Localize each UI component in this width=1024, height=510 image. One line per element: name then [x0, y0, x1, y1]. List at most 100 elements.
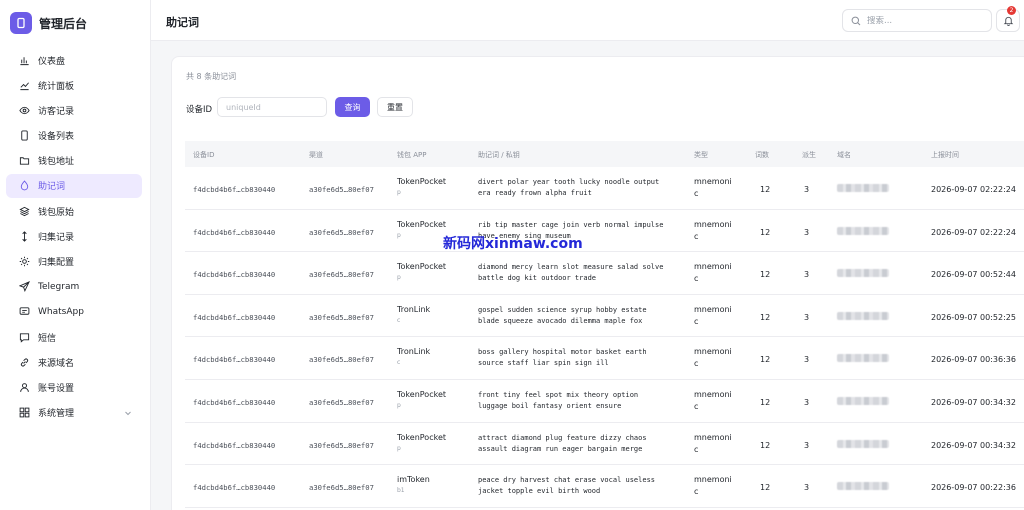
sidebar-item-9[interactable]: 归集配置: [6, 250, 142, 274]
mnemonic-line-2: era ready frown alpha fruit: [478, 189, 592, 197]
report-time-cell: 2026-09-07 00:36:36: [931, 355, 1016, 365]
line-chart-icon: [18, 79, 30, 91]
sidebar-item-5[interactable]: 钱包地址: [6, 149, 142, 173]
bell-icon: [1003, 16, 1013, 26]
mnemonic-line-2: blade squeeze avocado dilemma maple fox: [478, 316, 643, 325]
type-cell: mnemonic: [694, 432, 732, 454]
table-row: f4dcbd4b6f…cb830440 a30fe6d5…80ef07 TronLi…: [185, 337, 1024, 380]
mnemonic-card: 共 8 条助记词 设备ID 查询 重置 设备ID 渠道 钱包 APP 助记词 / 私钥…: [171, 56, 1024, 510]
sidebar-item-12[interactable]: 短信: [6, 325, 142, 349]
channel-cell: a30fe6d5…80ef07: [309, 185, 374, 194]
sidebar-item-1[interactable]: 仪表盘: [6, 48, 142, 72]
sidebar-item-3[interactable]: 访客记录: [6, 98, 142, 122]
app-logo-icon: [10, 12, 32, 34]
notification-button[interactable]: 2: [996, 6, 1020, 32]
type-cell: mnemonic: [694, 304, 732, 326]
sidebar-item-label: 归集配置: [38, 258, 75, 268]
sidebar-item-15[interactable]: 系统管理: [6, 401, 142, 425]
link-icon: [18, 356, 30, 368]
channel-cell: a30fe6d5…80ef07: [309, 483, 374, 493]
wallet-app-cell: imToken b1: [397, 475, 430, 494]
column-header: 派生: [802, 151, 816, 159]
sidebar-item-label: Telegram: [38, 281, 80, 292]
report-time-cell: 2026-09-07 00:34:32: [931, 440, 1016, 450]
query-button[interactable]: 查询: [335, 97, 370, 117]
search-box[interactable]: [842, 9, 992, 32]
derive-cell: 3: [804, 270, 810, 280]
mnemonic-cell: boss gallery hospital motor basket earth…: [478, 347, 647, 369]
wallet-app-sub: p: [397, 189, 401, 196]
channel-cell: a30fe6d5…80ef07: [309, 440, 374, 450]
word-count-cell: 12: [760, 355, 771, 365]
derive-cell: 3: [804, 440, 810, 450]
brand-title: 管理后台: [39, 16, 88, 31]
word-count-cell: 12: [760, 312, 771, 322]
report-time-cell: 2026-09-07 02:22:24: [931, 185, 1016, 194]
sidebar-item-11[interactable]: WhatsApp: [6, 300, 142, 324]
device-id-cell: f4dcbd4b6f…cb830440: [193, 312, 276, 322]
wallet-app-sub: p: [397, 401, 401, 409]
sidebar-item-13[interactable]: 来源域名: [6, 350, 142, 374]
sidebar-item-4[interactable]: 设备列表: [6, 124, 142, 148]
reset-button[interactable]: 重置: [377, 97, 413, 117]
grid-icon: [18, 407, 30, 419]
column-header: 上报时间: [931, 151, 959, 159]
device-id-cell: f4dcbd4b6f…cb830440: [193, 440, 276, 450]
domain-cell: [837, 311, 889, 322]
sidebar-item-label: 设备列表: [38, 132, 75, 143]
domain-cell: [837, 439, 889, 450]
topbar: 助记词 2: [151, 0, 1024, 41]
derive-cell: 3: [804, 355, 810, 365]
derive-cell: 3: [804, 397, 810, 407]
sidebar-item-label: 访客记录: [38, 106, 75, 117]
mnemonic-cell: gospel sudden science syrup hobby estate…: [478, 305, 647, 327]
sidebar-item-8[interactable]: 归集记录: [6, 224, 142, 248]
device-id-input[interactable]: [217, 97, 327, 117]
mnemonic-line-1: rib tip master cage join verb normal imp…: [478, 220, 664, 229]
sidebar-item-6[interactable]: 助记词: [6, 173, 142, 198]
search-input[interactable]: [867, 15, 977, 26]
sidebar-item-label: 钱包原始: [38, 207, 75, 218]
table-header: 设备ID 渠道 钱包 APP 助记词 / 私钥 类型 词数 派生 域名 上报时间: [185, 141, 1024, 167]
channel-cell: a30fe6d5…80ef07: [309, 355, 374, 365]
derive-cell: 3: [804, 185, 810, 194]
mnemonic-line-2: luggage boil fantasy orient ensure: [478, 401, 622, 410]
report-time-cell: 2026-09-07 00:52:44: [931, 270, 1016, 280]
report-time-cell: 2026-09-07 00:52:25: [931, 312, 1016, 322]
chevron-down-icon: [125, 411, 131, 415]
wallet-app-sub: c: [397, 359, 401, 367]
mnemonic-table: 设备ID 渠道 钱包 APP 助记词 / 私钥 类型 词数 派生 域名 上报时间 f4dcbd4…: [185, 141, 1024, 508]
wallet-app-name: TokenPocket: [397, 177, 446, 186]
column-header: 域名: [837, 151, 851, 159]
sidebar-item-14[interactable]: 账号设置: [6, 375, 142, 399]
wallet-app-cell: TokenPocket p: [397, 220, 446, 239]
mnemonic-cell: front tiny feel spot mix theory option lu…: [478, 390, 638, 412]
column-header: 渠道: [309, 151, 323, 159]
type-cell: mnemonic: [694, 389, 732, 411]
wallet-app-name: TronLink: [397, 304, 431, 314]
sidebar-item-label: 助记词: [38, 182, 66, 193]
table-row: f4dcbd4b6f…cb830440 a30fe6d5…80ef07 TokenP…: [185, 167, 1024, 210]
mnemonic-cell: divert polar year tooth lucky noodle out…: [478, 177, 659, 199]
sidebar-item-2[interactable]: 统计面板: [6, 73, 142, 97]
wallet-app-sub: p: [397, 231, 401, 239]
mnemonic-line-2: source staff liar spin sign ill: [478, 359, 609, 368]
phone-icon: [18, 130, 30, 142]
type-cell: mnemonic: [694, 177, 732, 198]
blurred-domain: [837, 226, 889, 235]
wallet-app-sub: b1: [397, 487, 405, 495]
sidebar-item-10[interactable]: Telegram: [6, 275, 142, 299]
device-id-cell: f4dcbd4b6f…cb830440: [193, 185, 276, 194]
mnemonic-line-1: front tiny feel spot mix theory option: [478, 390, 639, 399]
domain-cell: [837, 354, 889, 364]
mnemonic-line-1: boss gallery hospital motor basket earth: [478, 348, 647, 357]
word-count-cell: 12: [760, 397, 771, 407]
mnemonic-line-2: jacket topple evil birth wood: [478, 487, 601, 496]
blurred-domain: [837, 269, 889, 278]
droplet-icon: [18, 180, 30, 192]
sidebar-item-7[interactable]: 钱包原始: [6, 199, 142, 223]
table-row: f4dcbd4b6f…cb830440 a30fe6d5…80ef07 imToke…: [185, 465, 1024, 508]
mnemonic-line-1: attract diamond plug feature dizzy chaos: [478, 433, 647, 442]
blurred-domain: [837, 311, 889, 320]
blurred-domain: [837, 439, 889, 448]
